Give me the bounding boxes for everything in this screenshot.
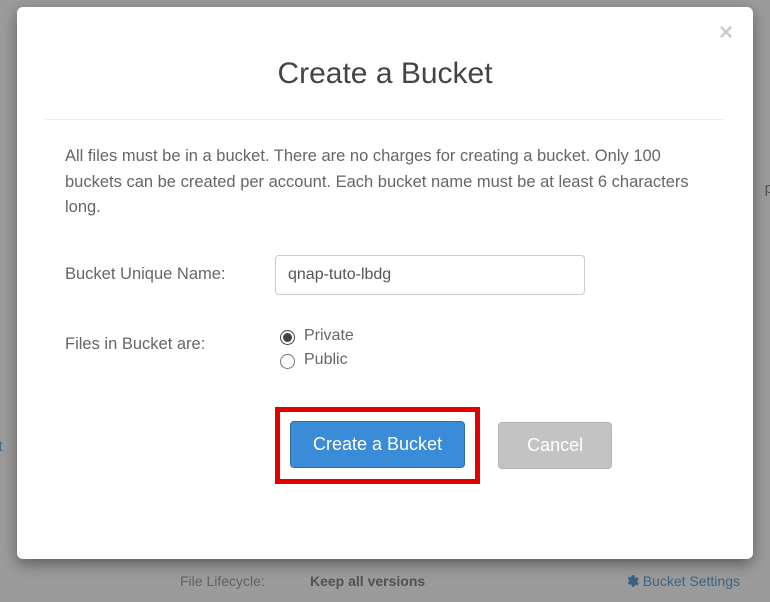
- privacy-label: Files in Bucket are:: [65, 327, 275, 354]
- privacy-option-public[interactable]: Public: [275, 351, 705, 369]
- private-radio-label: Private: [304, 327, 354, 345]
- bucket-name-input[interactable]: [275, 255, 585, 295]
- create-bucket-button[interactable]: Create a Bucket: [290, 421, 465, 468]
- cancel-button[interactable]: Cancel: [498, 422, 612, 469]
- privacy-option-private[interactable]: Private: [275, 327, 705, 345]
- public-radio[interactable]: [280, 354, 295, 369]
- create-button-highlight: Create a Bucket: [275, 407, 480, 484]
- divider: [45, 119, 725, 120]
- privacy-row: Files in Bucket are: Private Public: [65, 327, 705, 375]
- public-radio-label: Public: [304, 351, 348, 369]
- button-row: Create a Bucket Cancel: [65, 407, 705, 484]
- close-icon[interactable]: ×: [719, 21, 733, 45]
- modal-title: Create a Bucket: [45, 57, 725, 91]
- create-bucket-modal: × Create a Bucket All files must be in a…: [17, 7, 753, 559]
- private-radio[interactable]: [280, 330, 295, 345]
- modal-description: All files must be in a bucket. There are…: [65, 144, 705, 221]
- bucket-name-row: Bucket Unique Name:: [65, 255, 705, 295]
- bucket-name-label: Bucket Unique Name:: [65, 265, 275, 284]
